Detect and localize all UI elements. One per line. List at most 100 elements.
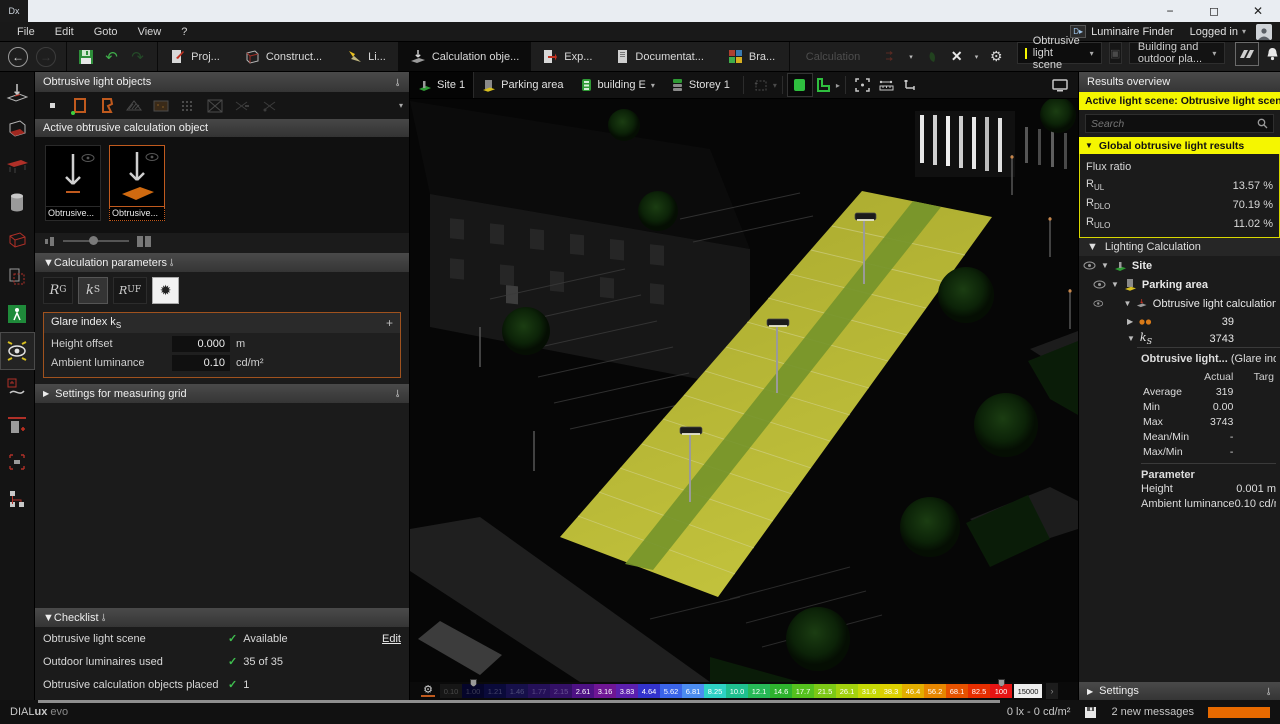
vertical-surfaces-tool[interactable] [1, 259, 34, 295]
tab-brand[interactable]: Bra... [716, 42, 787, 71]
dimension-button[interactable] [899, 74, 923, 96]
search-input[interactable] [1091, 118, 1257, 130]
thumbnail-size-slider[interactable] [63, 240, 129, 242]
menu-edit[interactable]: Edit [46, 24, 83, 40]
menu-file[interactable]: File [8, 24, 44, 40]
rg-button[interactable]: RG [43, 277, 73, 304]
add-button[interactable]: + [386, 316, 393, 330]
calc-surface-tool[interactable] [1, 74, 34, 110]
start-calculation-icon[interactable] [878, 45, 904, 69]
eye-icon[interactable] [1093, 280, 1106, 289]
breadcrumb-parking-area[interactable]: Parking area [474, 72, 571, 98]
logged-in-dropdown[interactable]: Logged in ▾ [1182, 26, 1254, 38]
height-offset-input[interactable]: 0.000 [172, 336, 230, 352]
pin-icon[interactable]: ⊸ [391, 78, 402, 86]
chevron-right-icon[interactable]: ▸ [836, 81, 840, 90]
zoom-fit-button[interactable] [851, 74, 875, 96]
cut-tool-button[interactable] [230, 95, 254, 117]
point-tool-button[interactable] [41, 95, 65, 117]
rotate-view-button[interactable] [749, 74, 773, 96]
sun-button[interactable]: ✹ [152, 277, 179, 304]
measure-button[interactable] [875, 74, 899, 96]
dialux-logo-button[interactable] [1235, 42, 1259, 66]
lighting-calculation-header[interactable]: ▼ Lighting Calculation [1079, 238, 1280, 256]
chevron-down-icon[interactable]: ▼ [1124, 299, 1132, 308]
polygon-surface-button[interactable] [95, 95, 119, 117]
obtrusive-object-thumbnail-selected[interactable]: Obtrusive... [109, 145, 165, 233]
solid-view-button[interactable] [788, 74, 812, 96]
rectangle-surface-button[interactable] [68, 95, 92, 117]
chevron-down-icon[interactable]: ▼ [1101, 261, 1109, 270]
breadcrumb-building[interactable]: building E ▾ [572, 72, 663, 98]
menu-goto[interactable]: Goto [85, 24, 127, 40]
gear-icon[interactable]: ⚙ [983, 45, 1009, 69]
pin-icon[interactable]: ⊸ [166, 258, 177, 266]
close-button[interactable]: ✕ [1236, 0, 1280, 22]
ambient-luminance-input[interactable]: 0.10 [172, 355, 230, 371]
grid-button[interactable] [176, 95, 200, 117]
global-results-header[interactable]: ▼ Global obtrusive light results [1079, 137, 1280, 154]
redo-button[interactable]: ↷ [125, 45, 151, 69]
pin-icon[interactable]: ⊸ [97, 613, 108, 621]
hierarchy-tool[interactable] [1, 481, 34, 517]
chevron-down-icon[interactable]: ▼ [1111, 280, 1119, 289]
obtrusive-light-tool[interactable] [1, 333, 34, 369]
avatar[interactable] [1256, 24, 1272, 40]
pin-icon[interactable]: ⊸ [391, 389, 402, 397]
cylinder-tool[interactable] [1, 185, 34, 221]
floor-plan-view-button[interactable] [812, 74, 836, 96]
tab-project[interactable]: Proj... [159, 42, 232, 71]
tree-row-obtrusive-surface[interactable]: ▼ Obtrusive light calculation sur... [1079, 294, 1280, 313]
menu-help[interactable]: ? [172, 24, 196, 40]
maximize-button[interactable]: ◻ [1192, 0, 1236, 22]
menu-view[interactable]: View [129, 24, 171, 40]
cut-tool-2-button[interactable] [257, 95, 281, 117]
tree-row-parking-area[interactable]: ▼ Parking area [1079, 275, 1280, 294]
daylight-calc-icon[interactable] [918, 45, 944, 69]
messages-link[interactable]: 2 new messages [1111, 706, 1194, 718]
exclude-area-button[interactable] [203, 95, 227, 117]
ks-button[interactable]: kS [78, 277, 108, 304]
breadcrumb-storey[interactable]: Storey 1 [663, 72, 738, 98]
tab-light[interactable]: Li... [334, 42, 398, 71]
h-scrollbar[interactable] [38, 700, 1000, 703]
scene-settings-button[interactable]: ▣ [1109, 42, 1122, 64]
slider-handle[interactable] [89, 236, 98, 245]
chevron-down-icon[interactable]: ▼ [1127, 334, 1135, 343]
eye-icon[interactable] [1093, 299, 1104, 308]
forward-button[interactable]: → [36, 47, 56, 67]
display-options-button[interactable] [1048, 74, 1072, 96]
textured-surface-button[interactable] [149, 95, 173, 117]
cancel-calculation-button[interactable]: ✕ [944, 45, 970, 69]
emergency-exit-tool[interactable] [1, 296, 34, 332]
vertical-plane-tool[interactable] [1, 407, 34, 443]
tab-construction[interactable]: Construct... [232, 42, 334, 71]
tab-documentation[interactable]: Documentat... [604, 42, 715, 71]
chevron-down-icon[interactable]: ▾ [904, 53, 918, 61]
edit-link[interactable]: Edit [382, 633, 401, 646]
tab-export[interactable]: Exp... [531, 42, 604, 71]
measuring-grid-header[interactable]: ▶ Settings for measuring grid ⊸ [35, 384, 409, 403]
notifications-button[interactable] [1265, 42, 1280, 66]
chevron-right-icon[interactable]: ▶ [1127, 317, 1133, 326]
tree-row-ks[interactable]: ▼ kS 3743 [1079, 330, 1280, 347]
chevron-down-icon[interactable]: ▾ [399, 101, 403, 110]
undo-button[interactable]: ↶ [99, 45, 125, 69]
tree-row-site[interactable]: ▼ Site [1079, 256, 1280, 275]
pin-icon[interactable]: ⊸ [1262, 687, 1273, 695]
sloped-surface-button[interactable] [122, 95, 146, 117]
profile-dropdown[interactable]: Building and outdoor pla... ▾ [1129, 42, 1226, 64]
scale-settings-button[interactable]: ⚙ [416, 685, 440, 697]
minimize-button[interactable]: − [1148, 0, 1192, 22]
checklist-header[interactable]: ▼ Checklist ⊸ [35, 608, 409, 627]
light-scene-dropdown[interactable]: Obtrusive light scene ▾ [1017, 42, 1101, 64]
obtrusive-object-thumbnail[interactable]: Obtrusive... [45, 145, 101, 233]
tree-row-39[interactable]: ▶ 39 [1079, 313, 1280, 330]
calc-volume-tool[interactable] [1, 222, 34, 258]
3d-viewport[interactable] [410, 99, 1078, 682]
chevron-down-icon[interactable]: ▾ [970, 53, 984, 61]
save-button[interactable] [73, 45, 99, 69]
spline-tool[interactable] [1, 370, 34, 406]
region-tool[interactable] [1, 444, 34, 480]
calc-params-header[interactable]: ▼ Calculation parameters ⊸ [35, 253, 409, 272]
